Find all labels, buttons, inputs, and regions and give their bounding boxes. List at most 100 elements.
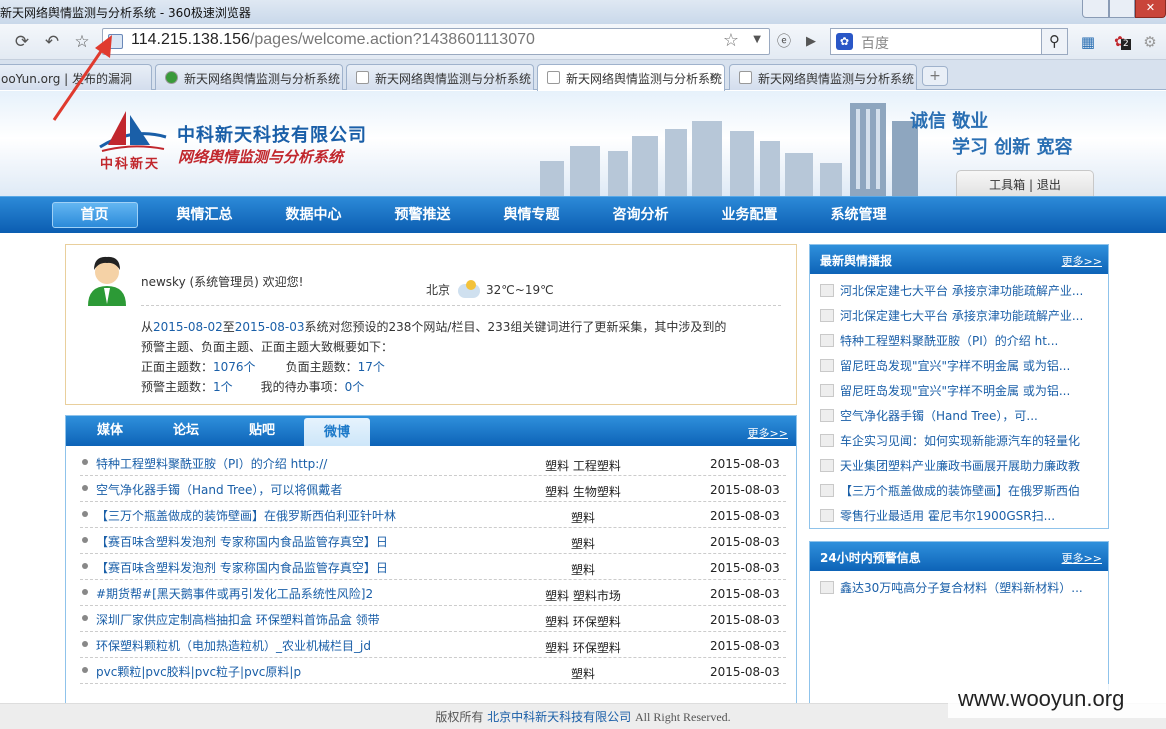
- watermark: www.wooyun.org: [948, 684, 1166, 718]
- tab-weibo[interactable]: 微博: [304, 418, 370, 446]
- notification-icon[interactable]: ✿ 2: [1108, 30, 1132, 54]
- maximize-button[interactable]: [1109, 0, 1135, 18]
- bookmark-star-icon[interactable]: ☆: [723, 30, 739, 51]
- alert-more-link[interactable]: 更多>>: [1062, 550, 1102, 566]
- alert-header: 24小时内预警信息 更多>>: [810, 542, 1108, 571]
- todo-count[interactable]: 0个: [345, 380, 365, 394]
- browser-tab-active[interactable]: 新天网络舆情监测与分析系统 ✕: [537, 64, 725, 91]
- latest-item-text[interactable]: 特种工程塑料聚酰亚胺（PI）的介绍 ht...: [840, 334, 1058, 348]
- browser-toolbar: ⟳ ↶ ☆ 114.215.138.156/pages/welcome.acti…: [0, 24, 1166, 60]
- nav-consult-analysis[interactable]: 咨询分析: [586, 197, 695, 233]
- media-row[interactable]: 特种工程塑料聚酰亚胺（PI）的介绍 http:// 塑料 工程塑料 2015-08-…: [80, 450, 786, 476]
- latest-opinion-item[interactable]: 河北保定建七大平台 承接京津功能疏解产业...: [820, 282, 1104, 307]
- latest-opinion-item[interactable]: 留尼旺岛发现"宜兴"字样不明金属 或为铝...: [820, 357, 1104, 382]
- nav-alert-push[interactable]: 预警推送: [368, 197, 477, 233]
- media-row-title[interactable]: pvc颗粒|pvc胶料|pvc粒子|pvc原料|p: [96, 663, 301, 680]
- latest-item-text[interactable]: 零售行业最适用 霍尼韦尔1900GSR扫...: [840, 509, 1055, 523]
- nav-opinion-summary[interactable]: 舆情汇总: [150, 197, 259, 233]
- latest-opinion-item[interactable]: 【三万个瓶盖做成的装饰壁画】在俄罗斯西伯: [820, 482, 1104, 507]
- nav-home[interactable]: 首页: [40, 197, 149, 233]
- address-url[interactable]: 114.215.138.156/pages/welcome.action?143…: [131, 31, 535, 49]
- browser-tab[interactable]: 新天网络舆情监测与分析系统: [729, 64, 917, 90]
- latest-item-text[interactable]: 留尼旺岛发现"宜兴"字样不明金属 或为铝...: [840, 384, 1070, 398]
- company-link[interactable]: 北京中科新天科技有限公司: [487, 710, 631, 724]
- close-tab-icon[interactable]: ✕: [709, 70, 718, 83]
- close-window-button[interactable]: ✕: [1135, 0, 1166, 18]
- tab-media[interactable]: 媒体: [72, 416, 148, 446]
- latest-opinion-item[interactable]: 零售行业最适用 霍尼韦尔1900GSR扫...: [820, 507, 1104, 532]
- media-row[interactable]: 【三万个瓶盖做成的装饰壁画】在俄罗斯西伯利亚针叶林 塑料 2015-08-03: [80, 502, 786, 528]
- media-row-title[interactable]: 深圳厂家供应定制高档抽扣盒 环保塑料首饰品盒 领带: [96, 611, 380, 628]
- new-tab-button[interactable]: +: [922, 66, 948, 86]
- media-row[interactable]: pvc颗粒|pvc胶料|pvc粒子|pvc原料|p 塑料 2015-08-03: [80, 658, 786, 684]
- latest-item-text[interactable]: 河北保定建七大平台 承接京津功能疏解产业...: [840, 284, 1083, 298]
- baidu-paw-icon: ✿: [836, 33, 853, 50]
- menu-icon[interactable]: ⚙: [1138, 30, 1162, 54]
- latest-opinion-item[interactable]: 空气净化器手镯（Hand Tree），可...: [820, 407, 1104, 432]
- latest-item-text[interactable]: 【三万个瓶盖做成的装饰壁画】在俄罗斯西伯: [840, 484, 1080, 498]
- page-icon: [356, 71, 369, 84]
- bullet-icon: [82, 485, 88, 491]
- bullet-icon: [82, 589, 88, 595]
- media-row-title[interactable]: 【赛百味含塑料发泡剂 专家称国内食品监管存真空】日: [96, 559, 388, 576]
- latest-item-text[interactable]: 留尼旺岛发现"宜兴"字样不明金属 或为铝...: [840, 359, 1070, 373]
- media-row-title[interactable]: 环保塑料颗粒机（电加热造粒机）_农业机械栏目_jd: [96, 637, 371, 654]
- latest-opinion-item[interactable]: 车企实习见闻：如何实现新能源汽车的轻量化: [820, 432, 1104, 457]
- media-row-title[interactable]: #期货帮#[黑天鹅事件或再引发化工品系统性风险]2: [96, 585, 373, 602]
- latest-item-text[interactable]: 车企实习见闻：如何实现新能源汽车的轻量化: [840, 434, 1080, 448]
- address-bar[interactable]: 114.215.138.156/pages/welcome.action?143…: [102, 28, 770, 55]
- media-row[interactable]: 空气净化器手镯（Hand Tree），可以将佩戴者 塑料 生物塑料 2015-08-…: [80, 476, 786, 502]
- stats-line-1: 正面主题数：1076个 负面主题数：17个: [141, 358, 385, 375]
- toolbox-logout-link[interactable]: 工具箱 | 退出: [956, 170, 1094, 196]
- tab-forum[interactable]: 论坛: [148, 416, 224, 446]
- positive-count[interactable]: 1076个: [213, 360, 256, 374]
- browser-tab[interactable]: 新天网络舆情监测与分析系统: [155, 64, 343, 90]
- stats-line-2: 预警主题数：1个 我的待办事项：0个: [141, 378, 364, 395]
- divider: [141, 305, 781, 306]
- media-row[interactable]: 环保塑料颗粒机（电加热造粒机）_农业机械栏目_jd 塑料 环保塑料 2015-08-…: [80, 632, 786, 658]
- minimize-button[interactable]: [1082, 0, 1109, 18]
- tab-tieba[interactable]: 贴吧: [224, 416, 300, 446]
- media-row[interactable]: #期货帮#[黑天鹅事件或再引发化工品系统性风险]2 塑料 塑料市场 2015-08-…: [80, 580, 786, 606]
- latest-item-text[interactable]: 空气净化器手镯（Hand Tree），可...: [840, 409, 1038, 423]
- browser-tab[interactable]: 新天网络舆情监测与分析系统: [346, 64, 534, 90]
- alert-count[interactable]: 1个: [213, 380, 233, 394]
- latest-opinion-item[interactable]: 天业集团塑料产业廉政书画展开展助力廉政教: [820, 457, 1104, 482]
- alert-item[interactable]: 鑫达30万吨高分子复合材料（塑料新材料）...: [820, 579, 1104, 604]
- document-icon: [820, 334, 834, 347]
- negative-count[interactable]: 17个: [358, 360, 385, 374]
- media-row-title[interactable]: 【三万个瓶盖做成的装饰壁画】在俄罗斯西伯利亚针叶林: [96, 507, 396, 524]
- nav-label: 首页: [51, 202, 138, 228]
- media-row[interactable]: 【赛百味含塑料发泡剂 专家称国内食品监管存真空】日 塑料 2015-08-03: [80, 528, 786, 554]
- refresh-icon[interactable]: ⟳: [10, 30, 34, 54]
- media-row-date: 2015-08-03: [710, 535, 780, 549]
- nav-system-admin[interactable]: 系统管理: [804, 197, 913, 233]
- media-row-title[interactable]: 空气净化器手镯（Hand Tree），可以将佩戴者: [96, 481, 342, 498]
- alert-item-text[interactable]: 鑫达30万吨高分子复合材料（塑料新材料）...: [840, 581, 1083, 595]
- search-icon[interactable]: ⚲: [1042, 28, 1068, 55]
- summary-text: 系统对您预设的238个网站/栏目、233组关键词进行了更新采集，其中涉及到的: [304, 320, 727, 334]
- media-more-link[interactable]: 更多>>: [748, 425, 788, 441]
- rights-text: All Right Reserved.: [635, 710, 731, 724]
- latest-opinion-item[interactable]: 特种工程塑料聚酰亚胺（PI）的介绍 ht...: [820, 332, 1104, 357]
- media-row-title[interactable]: 【赛百味含塑料发泡剂 专家称国内食品监管存真空】日: [96, 533, 388, 550]
- tab-label: 新天网络舆情监测与分析系统: [758, 72, 915, 86]
- media-row-title[interactable]: 特种工程塑料聚酰亚胺（PI）的介绍 http://: [96, 455, 327, 472]
- nav-business-config[interactable]: 业务配置: [695, 197, 804, 233]
- latest-opinion-item[interactable]: 留尼旺岛发现"宜兴"字样不明金属 或为铝...: [820, 382, 1104, 407]
- apps-grid-icon[interactable]: ▦: [1076, 30, 1100, 54]
- latest-item-text[interactable]: 天业集团塑料产业廉政书画展开展助力廉政教: [840, 459, 1080, 473]
- media-row[interactable]: 【赛百味含塑料发泡剂 专家称国内食品监管存真空】日 塑料 2015-08-03: [80, 554, 786, 580]
- nav-data-center[interactable]: 数据中心: [259, 197, 368, 233]
- ie-mode-icon[interactable]: ⓔ: [772, 30, 796, 54]
- latest-opinion-item[interactable]: 河北保定建七大平台 承接京津功能疏解产业...: [820, 307, 1104, 332]
- media-row[interactable]: 深圳厂家供应定制高档抽扣盒 环保塑料首饰品盒 领带 塑料 环保塑料 2015-08-…: [80, 606, 786, 632]
- search-placeholder: 百度: [861, 36, 889, 52]
- nav-opinion-topics[interactable]: 舆情专题: [477, 197, 586, 233]
- latest-more-link[interactable]: 更多>>: [1062, 253, 1102, 269]
- latest-item-text[interactable]: 河北保定建七大平台 承接京津功能疏解产业...: [840, 309, 1083, 323]
- address-dropdown-icon[interactable]: ▼: [753, 34, 761, 45]
- search-box[interactable]: ✿ 百度: [830, 28, 1042, 55]
- document-icon: [820, 409, 834, 422]
- go-icon[interactable]: ▶: [799, 30, 823, 54]
